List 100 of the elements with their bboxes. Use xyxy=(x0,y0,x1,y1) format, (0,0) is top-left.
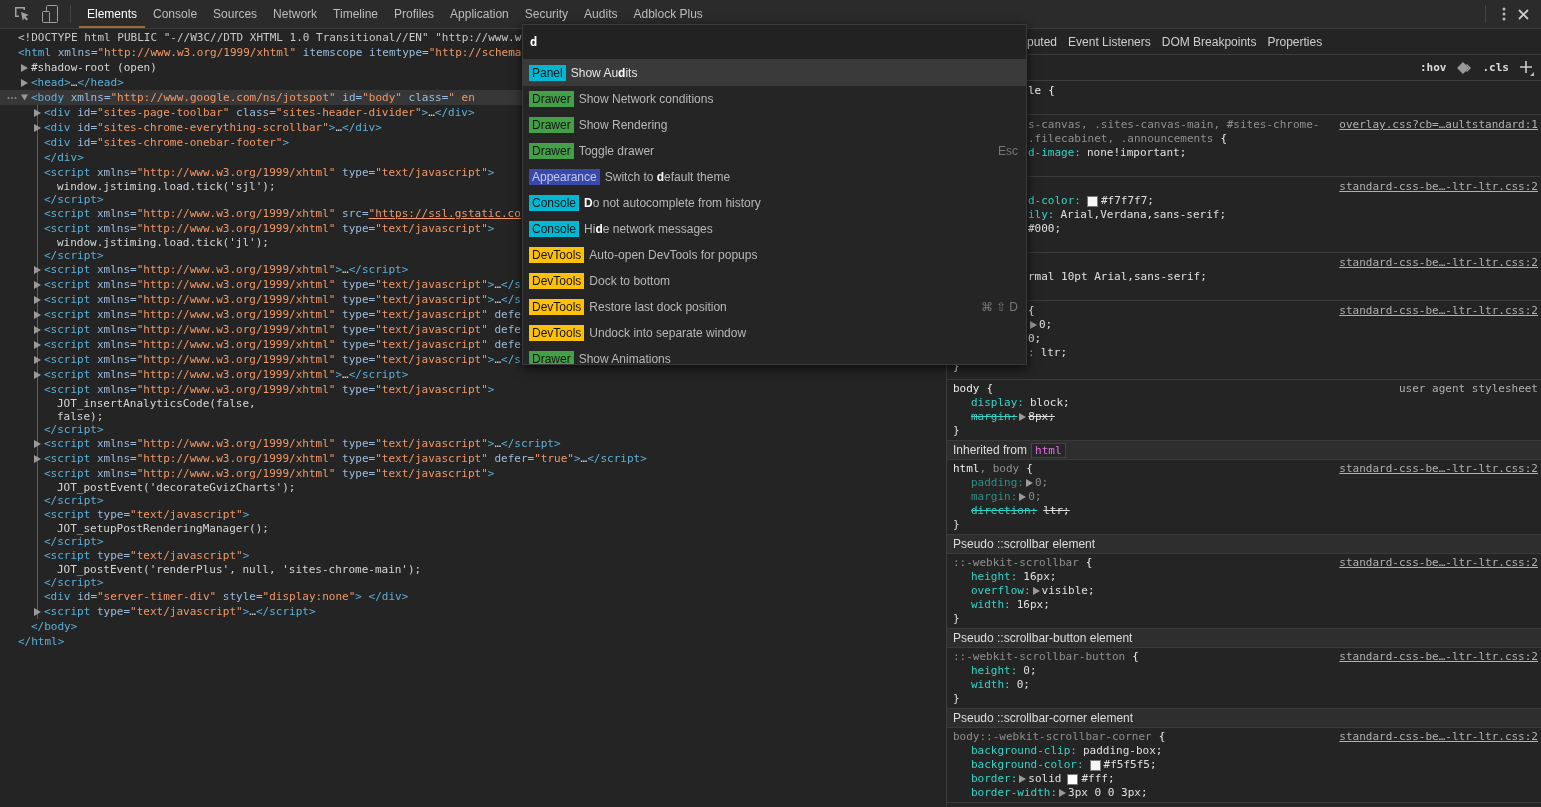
triangle-right-icon[interactable] xyxy=(34,454,41,463)
color-swatch-icon[interactable] xyxy=(1089,759,1101,771)
section-title: Pseudo ::scrollbar-corner element xyxy=(953,711,1134,725)
triangle-right-icon[interactable] xyxy=(1019,413,1027,421)
triangle-down-icon[interactable] xyxy=(21,94,28,101)
more-icon[interactable] xyxy=(1502,7,1506,21)
dom-node-row[interactable]: </html> xyxy=(0,634,946,649)
css-brace: } xyxy=(953,692,960,705)
triangle-right-icon[interactable] xyxy=(34,370,41,379)
triangle-right-icon[interactable] xyxy=(1019,493,1027,501)
panel-tab[interactable]: Adblock Plus xyxy=(625,0,711,28)
tag-chip: html xyxy=(1031,442,1066,458)
panel-tab[interactable]: Console xyxy=(145,0,206,28)
command-input[interactable]: d xyxy=(523,25,1026,60)
panel-tab[interactable]: Profiles xyxy=(386,0,443,28)
triangle-right-icon[interactable] xyxy=(34,265,41,274)
color-swatch-icon[interactable] xyxy=(1067,773,1079,785)
triangle-right-icon[interactable] xyxy=(1030,321,1037,329)
menu-item[interactable]: Console Do not autocomplete from history xyxy=(523,190,1026,216)
triangle-right-icon[interactable] xyxy=(34,439,41,448)
dom-node-row[interactable]: </script> xyxy=(0,494,946,507)
panel-tab[interactable]: Timeline xyxy=(325,0,386,28)
dom-node-row[interactable]: JOT_setupPostRenderingManager(); xyxy=(0,522,946,535)
triangle-right-icon[interactable] xyxy=(34,310,41,319)
hover-state-toggle[interactable]: :hov xyxy=(1416,61,1451,74)
menu-item[interactable]: Panel Show Audits xyxy=(523,60,1026,86)
triangle-right-icon[interactable] xyxy=(34,280,41,289)
dom-node-row[interactable]: </body> xyxy=(0,619,946,634)
dom-node-row[interactable]: <script xmlns="http://www.w3.org/1999/xhtml" type="text/javascript"> xyxy=(0,382,946,397)
css-value: #f7f7f7; xyxy=(1101,194,1154,208)
triangle-right-icon[interactable] xyxy=(1059,789,1067,797)
menu-item[interactable]: Drawer Show Animations xyxy=(523,346,1026,364)
css-selector: html, body { xyxy=(953,462,1033,476)
close-icon[interactable] xyxy=(1518,8,1529,20)
css-property: : xyxy=(1028,346,1035,360)
stylesheet-link[interactable]: standard-css-be…-ltr-ltr.css:2 xyxy=(1339,556,1538,570)
device-icon[interactable] xyxy=(42,5,58,23)
diamond-icon[interactable] xyxy=(1456,61,1473,74)
triangle-right-icon[interactable] xyxy=(34,355,41,364)
dom-node-row[interactable]: <div id="server-timer-div" style="display:none"> </div> xyxy=(0,589,946,604)
dom-node-row[interactable]: <script type="text/javascript"> xyxy=(0,548,946,563)
stylesheet-link[interactable]: standard-css-be…-ltr-ltr.css:2 xyxy=(1339,730,1538,744)
dom-node-row[interactable]: </script> xyxy=(0,535,946,548)
sidebar-tab[interactable]: Event Listeners xyxy=(1063,29,1156,54)
stylesheet-link[interactable]: standard-css-be…-ltr-ltr.css:2 xyxy=(1339,650,1538,664)
menu-item[interactable]: Appearance Switch to default theme xyxy=(523,164,1026,190)
triangle-right-icon[interactable] xyxy=(34,295,41,304)
menu-item[interactable]: Drawer Toggle drawer Esc xyxy=(523,138,1026,164)
menu-item[interactable]: DevTools Undock into separate window xyxy=(523,320,1026,346)
panel-tab[interactable]: Sources xyxy=(205,0,266,28)
css-value: 0; xyxy=(1035,476,1049,490)
dom-node-row[interactable]: JOT_insertAnalyticsCode(false, xyxy=(0,397,946,410)
triangle-right-icon[interactable] xyxy=(1026,479,1033,487)
panel-tab[interactable]: Audits xyxy=(576,0,626,28)
stylesheet-link[interactable]: standard-css-be…-ltr-ltr.css:2 xyxy=(1339,180,1538,194)
css-value: padding-box; xyxy=(1082,744,1163,758)
more-dots-icon[interactable] xyxy=(7,95,17,100)
stylesheet-link[interactable]: standard-css-be…-ltr-ltr.css:2 xyxy=(1339,256,1538,270)
sidebar-tab[interactable]: DOM Breakpoints xyxy=(1156,29,1262,54)
triangle-right-icon[interactable] xyxy=(1032,587,1040,595)
triangle-right-icon[interactable] xyxy=(21,78,28,87)
dom-node-row[interactable]: JOT_postEvent('renderPlus', null, 'sites-chrome-main'); xyxy=(0,563,946,576)
css-value: 0; xyxy=(1016,678,1030,692)
triangle-right-icon[interactable] xyxy=(34,325,41,334)
menu-item[interactable]: Console Hide network messages xyxy=(523,216,1026,242)
css-value: 0; xyxy=(1039,318,1053,332)
stylesheet-link[interactable]: overlay.css?cb=…aultstandard:1 xyxy=(1339,118,1538,132)
dom-node-row[interactable]: <script type="text/javascript"> xyxy=(0,507,946,522)
color-swatch-icon[interactable] xyxy=(1087,195,1098,207)
stylesheet-link[interactable]: standard-css-be…-ltr-ltr.css:2 xyxy=(1339,462,1538,476)
panel-tab[interactable]: Application xyxy=(442,0,517,28)
panel-tab[interactable]: Network xyxy=(265,0,326,28)
dom-node-row[interactable]: false); xyxy=(0,410,946,423)
triangle-right-icon[interactable] xyxy=(34,607,41,616)
dom-node-row[interactable]: <script type="text/javascript">…</script> xyxy=(0,604,946,619)
dom-node-row[interactable]: <script xmlns="http://www.w3.org/1999/xhtml">…</script> xyxy=(0,367,946,382)
dom-node-row[interactable]: <script xmlns="http://www.w3.org/1999/xhtml" type="text/javascript"> xyxy=(0,466,946,481)
dom-node-row[interactable]: </script> xyxy=(0,423,946,436)
triangle-right-icon[interactable] xyxy=(1019,775,1027,783)
panel-tab[interactable]: Security xyxy=(516,0,577,28)
dom-node-row[interactable]: JOT_postEvent('decorateGvizCharts'); xyxy=(0,481,946,494)
triangle-right-icon[interactable] xyxy=(34,340,41,349)
menu-item[interactable]: DevTools Restore last dock position ⌘ ⇧ D xyxy=(523,294,1026,320)
css-property: background-clip: xyxy=(971,744,1077,758)
inspect-icon[interactable] xyxy=(14,6,30,22)
category-badge: Console xyxy=(529,221,580,237)
dom-node-row[interactable]: <script xmlns="http://www.w3.org/1999/xhtml" type="text/javascript">…</script> xyxy=(0,436,946,451)
sidebar-tab[interactable]: Properties xyxy=(1262,29,1328,54)
triangle-right-icon[interactable] xyxy=(21,63,28,72)
css-property: display: xyxy=(971,396,1024,410)
triangle-right-icon[interactable] xyxy=(34,123,41,132)
css-value: 16px; xyxy=(1023,570,1057,584)
triangle-right-icon[interactable] xyxy=(34,108,41,117)
dom-node-row[interactable]: </script> xyxy=(0,576,946,589)
panel-tab[interactable]: Elements xyxy=(79,0,146,28)
stylesheet-link[interactable]: standard-css-be…-ltr-ltr.css:2 xyxy=(1339,304,1538,318)
dom-node-row[interactable]: <script xmlns="http://www.w3.org/1999/xhtml" type="text/javascript" defer="true">…</script> xyxy=(0,451,946,466)
category-badge: Drawer xyxy=(529,351,574,364)
plus-icon[interactable] xyxy=(1519,59,1535,76)
class-toggle[interactable]: .cls xyxy=(1478,61,1513,74)
